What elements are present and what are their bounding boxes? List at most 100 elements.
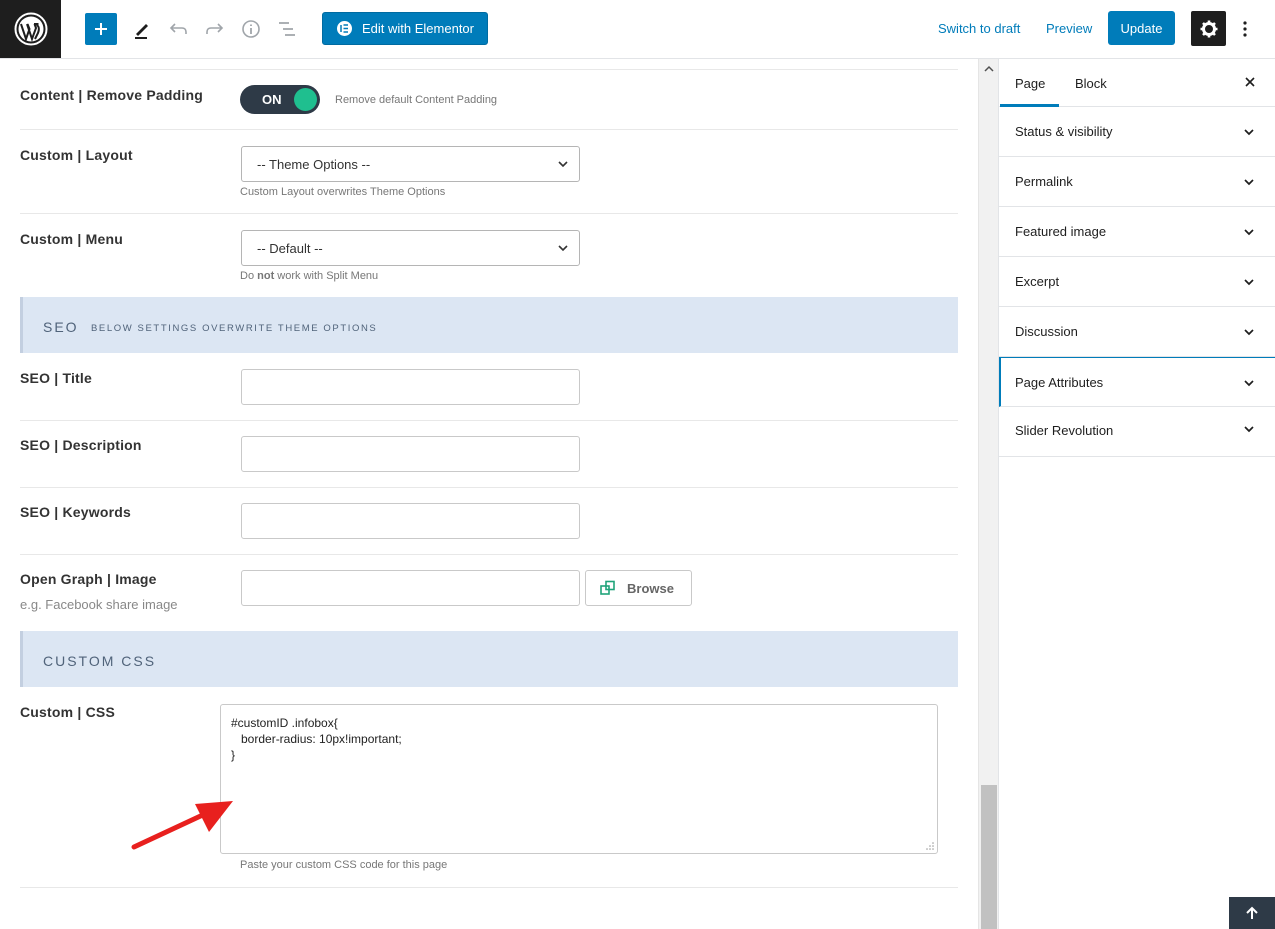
panel-label: Status & visibility bbox=[1015, 124, 1113, 139]
custom-layout-label: Custom | Layout bbox=[20, 147, 133, 163]
settings-button[interactable] bbox=[1191, 11, 1226, 46]
more-vertical-icon bbox=[1243, 21, 1247, 37]
edit-with-elementor-label: Edit with Elementor bbox=[362, 21, 474, 36]
custom-menu-value: -- Default -- bbox=[257, 240, 323, 256]
editor-content: Content | Remove Padding ON Remove defau… bbox=[0, 59, 978, 929]
row-custom-layout: Custom | Layout -- Theme Options -- Cust… bbox=[20, 130, 958, 214]
redo-button[interactable] bbox=[200, 15, 228, 43]
row-top-divider bbox=[20, 59, 958, 70]
undo-button[interactable] bbox=[165, 15, 193, 43]
close-icon[interactable] bbox=[1242, 74, 1258, 90]
panel-label: Discussion bbox=[1015, 324, 1078, 339]
browse-button[interactable]: Browse bbox=[585, 570, 692, 606]
chevron-down-icon bbox=[558, 161, 568, 168]
chevron-down-icon bbox=[1244, 229, 1254, 236]
custom-layout-value: -- Theme Options -- bbox=[257, 156, 371, 172]
custom-menu-select[interactable]: -- Default -- bbox=[241, 230, 580, 266]
add-block-button[interactable] bbox=[85, 13, 117, 45]
custom-layout-select[interactable]: -- Theme Options -- bbox=[241, 146, 580, 182]
scroll-thumb[interactable] bbox=[981, 785, 997, 929]
panel-page-attributes[interactable]: Page Attributes bbox=[999, 357, 1275, 407]
chevron-down-icon bbox=[558, 245, 568, 252]
row-og-image: Open Graph | Image e.g. Facebook share i… bbox=[20, 555, 958, 631]
browse-label: Browse bbox=[627, 580, 674, 596]
pencil-icon bbox=[135, 24, 148, 39]
elementor-icon bbox=[337, 21, 352, 36]
panel-slider-revolution[interactable]: Slider Revolution bbox=[999, 407, 1275, 457]
custom-menu-help-pre: Do bbox=[240, 270, 255, 282]
settings-sidebar: Page Block Status & visibility Permalink… bbox=[998, 59, 1275, 929]
gear-icon bbox=[1200, 20, 1217, 37]
outline-icon bbox=[279, 22, 295, 36]
edit-with-elementor-button[interactable]: Edit with Elementor bbox=[322, 12, 488, 45]
css-line: } bbox=[231, 748, 236, 762]
panel-label: Excerpt bbox=[1015, 274, 1060, 289]
annotation-arrow bbox=[131, 801, 233, 850]
custom-css-label: Custom | CSS bbox=[20, 704, 115, 720]
undo-icon bbox=[169, 23, 187, 34]
custom-css-section-header: CUSTOM CSS bbox=[20, 631, 958, 687]
row-remove-padding: Content | Remove Padding ON Remove defau… bbox=[20, 70, 958, 130]
seo-section-header: SEO BELOW SETTINGS OVERWRITE THEME OPTIO… bbox=[20, 297, 958, 353]
resize-grip-icon[interactable] bbox=[926, 842, 934, 850]
seo-keywords-input[interactable] bbox=[241, 503, 580, 539]
redo-icon bbox=[206, 23, 224, 34]
panel-label: Permalink bbox=[1015, 174, 1073, 189]
chevron-down-icon bbox=[1244, 426, 1254, 433]
tab-block[interactable]: Block bbox=[1075, 76, 1107, 91]
content-scrollbar[interactable] bbox=[978, 59, 998, 929]
panel-label: Slider Revolution bbox=[1015, 423, 1114, 438]
row-custom-menu: Custom | Menu -- Default -- Do not work … bbox=[20, 214, 958, 298]
seo-section-title: SEO bbox=[43, 319, 79, 335]
wordpress-logo-icon[interactable] bbox=[0, 0, 61, 58]
custom-menu-label: Custom | Menu bbox=[20, 231, 123, 247]
scroll-up-button[interactable] bbox=[979, 59, 998, 79]
chevron-down-icon bbox=[1244, 129, 1254, 136]
og-image-sublabel: e.g. Facebook share image bbox=[20, 597, 178, 612]
panel-label: Featured image bbox=[1015, 224, 1107, 239]
preview-link[interactable]: Preview bbox=[1046, 21, 1092, 36]
panel-excerpt[interactable]: Excerpt bbox=[999, 257, 1275, 307]
remove-padding-toggle[interactable]: ON bbox=[240, 85, 320, 114]
row-seo-title: SEO | Title bbox=[20, 353, 958, 421]
panel-permalink[interactable]: Permalink bbox=[999, 157, 1275, 207]
edit-tool-button[interactable] bbox=[128, 15, 156, 43]
arrow-up-icon bbox=[1246, 906, 1258, 919]
seo-description-label: SEO | Description bbox=[20, 437, 142, 453]
custom-menu-help-post: work with Split Menu bbox=[277, 270, 379, 282]
plus-icon bbox=[95, 23, 107, 35]
custom-menu-help: Do not work with Split Menu bbox=[240, 270, 378, 282]
update-button[interactable]: Update bbox=[1108, 11, 1175, 45]
og-image-input[interactable] bbox=[241, 570, 580, 606]
css-line: border-radius: 10px!important; bbox=[231, 732, 402, 746]
row-seo-description: SEO | Description bbox=[20, 421, 958, 488]
chevron-down-icon bbox=[1244, 179, 1254, 186]
row-seo-keywords: SEO | Keywords bbox=[20, 488, 958, 555]
custom-menu-help-bold: not bbox=[257, 270, 275, 282]
media-icon bbox=[600, 580, 615, 595]
custom-layout-help: Custom Layout overwrites Theme Options bbox=[240, 186, 446, 198]
css-line: #customID .infobox{ bbox=[231, 716, 338, 730]
info-button[interactable] bbox=[237, 15, 265, 43]
panel-label: Page Attributes bbox=[1015, 375, 1104, 390]
seo-section-subtitle: BELOW SETTINGS OVERWRITE THEME OPTIONS bbox=[91, 323, 378, 334]
remove-padding-label: Content | Remove Padding bbox=[20, 87, 203, 103]
tab-page[interactable]: Page bbox=[1015, 76, 1045, 91]
chevron-down-icon bbox=[1244, 380, 1254, 387]
panel-status-visibility[interactable]: Status & visibility bbox=[999, 107, 1275, 157]
remove-padding-help: Remove default Content Padding bbox=[335, 94, 498, 106]
seo-description-input[interactable] bbox=[241, 436, 580, 472]
panel-featured-image[interactable]: Featured image bbox=[999, 207, 1275, 257]
custom-css-help: Paste your custom CSS code for this page bbox=[240, 859, 448, 871]
seo-title-label: SEO | Title bbox=[20, 370, 92, 386]
back-to-top-button[interactable] bbox=[1229, 897, 1275, 929]
seo-title-input[interactable] bbox=[241, 369, 580, 405]
more-options-button[interactable] bbox=[1234, 15, 1256, 43]
switch-to-draft-link[interactable]: Switch to draft bbox=[938, 21, 1020, 36]
panel-discussion[interactable]: Discussion bbox=[999, 307, 1275, 357]
block-navigation-button[interactable] bbox=[273, 15, 301, 43]
seo-keywords-label: SEO | Keywords bbox=[20, 504, 131, 520]
sidebar-tabs: Page Block bbox=[999, 59, 1275, 107]
custom-css-textarea[interactable]: #customID .infobox{ border-radius: 10px!… bbox=[220, 704, 938, 854]
editor-toolbar: Edit with Elementor Switch to draft Prev… bbox=[0, 0, 1275, 59]
